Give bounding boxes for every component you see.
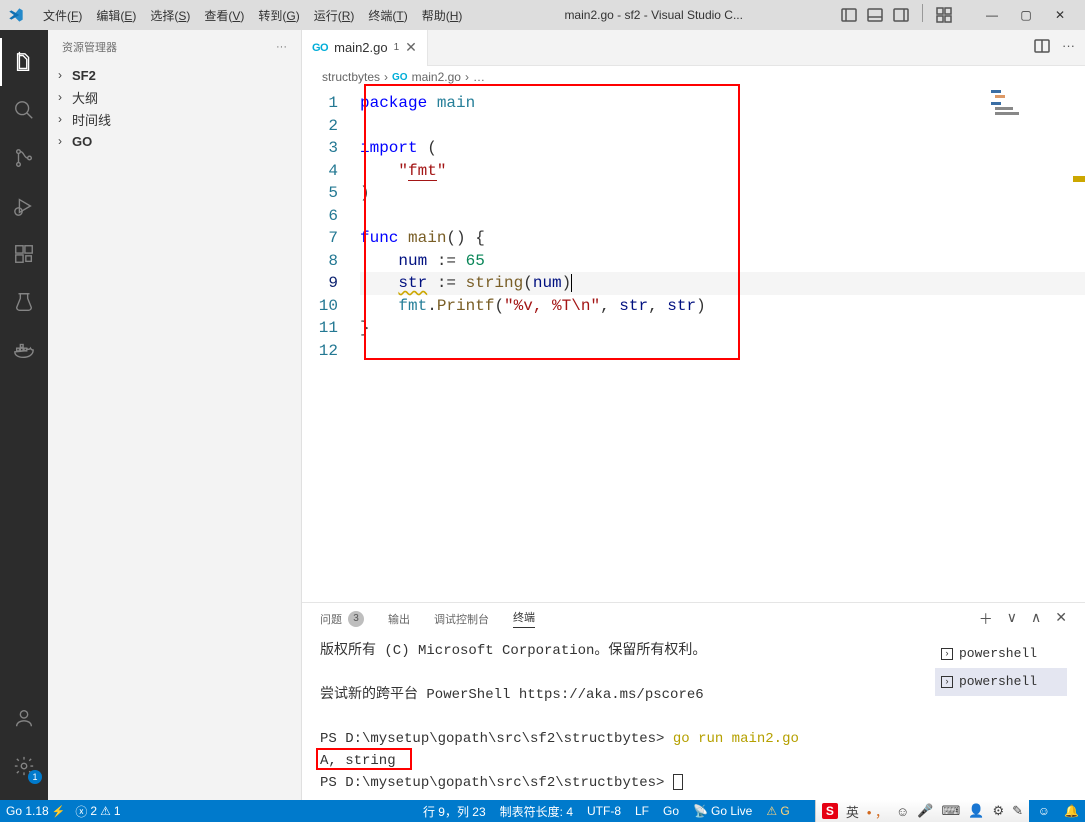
menu-item[interactable]: 运行(R) [307,7,362,24]
testing-icon[interactable] [0,278,48,326]
terminal-session-1[interactable]: ›powershell [935,640,1067,668]
more-icon[interactable]: ··· [1062,38,1075,57]
menu-item[interactable]: 选择(S) [143,7,197,24]
code-line[interactable]: import ( [360,137,1085,160]
sb-eol[interactable]: LF [635,804,649,818]
go-file-icon: GO [312,42,328,54]
menu-item[interactable]: 编辑(E) [89,7,143,24]
settings-badge: 1 [28,770,42,784]
sb-problems[interactable]: ⓧ2 ⚠1 [75,803,120,820]
breadcrumb[interactable]: structbytes› GOmain2.go› … [302,66,1085,88]
minimap[interactable] [991,88,1071,138]
titlebar: 文件(F)编辑(E)选择(S)查看(V)转到(G)运行(R)终端(T)帮助(H)… [0,0,1085,30]
activity-bar: 1 [0,30,48,800]
sb-encoding[interactable]: UTF-8 [587,804,621,818]
code-line[interactable] [360,115,1085,138]
terminal-line [320,662,927,684]
layout-panel-left-icon[interactable] [838,4,860,26]
code-line[interactable]: func main() { [360,227,1085,250]
run-debug-icon[interactable] [0,182,48,230]
terminal-line: 尝试新的跨平台 PowerShell https://aka.ms/pscore… [320,684,927,706]
menu-item[interactable]: 终端(T) [361,7,414,24]
close-button[interactable]: ✕ [1043,0,1077,30]
editor-scrollbar[interactable] [1073,88,1085,602]
panel-tab-output[interactable]: 输出 [388,611,410,627]
split-terminal-icon[interactable]: ∨ [1007,609,1017,629]
sidebar: 资源管理器 ··· ›SF2›大纲›时间线›GO [48,30,302,800]
sb-line-col[interactable]: 行 9，列 23 [423,803,486,820]
maximize-button[interactable]: ▢ [1009,0,1043,30]
layout-customize-icon[interactable] [933,4,955,26]
ime-toolbar[interactable]: S 英 • ， ☺🎤⌨👤⚙✎ [815,800,1029,822]
layout-buttons [838,4,955,26]
new-terminal-icon[interactable]: ＋ [979,609,993,629]
terminal-line: PS D:\mysetup\gopath\src\sf2\structbytes… [320,728,927,750]
panel-tab-debug[interactable]: 调试控制台 [434,611,489,627]
maximize-panel-icon[interactable]: ∧ [1031,609,1041,629]
panel-tab-problems[interactable]: 问题 3 [320,611,364,627]
terminal-session-2[interactable]: ›powershell [935,668,1067,696]
accounts-icon[interactable] [0,694,48,742]
source-control-icon[interactable] [0,134,48,182]
tree-section[interactable]: ›时间线 [48,108,301,130]
sb-tab-size[interactable]: 制表符长度: 4 [500,803,573,820]
sidebar-header: 资源管理器 ··· [48,30,301,64]
terminal-line [320,706,927,728]
sb-lang[interactable]: Go [663,804,679,818]
sb-warn[interactable]: ⚠ G [766,804,789,818]
code-line[interactable]: num := 65 [360,250,1085,273]
tree-section[interactable]: ›SF2 [48,64,301,86]
menu-item[interactable]: 查看(V) [197,7,251,24]
settings-icon[interactable]: 1 [0,742,48,790]
sb-bell-icon[interactable]: 🔔 [1064,804,1079,818]
sb-feedback-icon[interactable]: ☺ [1038,804,1050,818]
explorer-icon[interactable] [0,38,48,86]
docker-icon[interactable] [0,326,48,374]
code-line[interactable]: fmt.Printf("%v, %T\n", str, str) [360,295,1085,318]
layout-panel-right-icon[interactable] [890,4,912,26]
menu-item[interactable]: 帮助(H) [415,7,470,24]
top-menu: 文件(F)编辑(E)选择(S)查看(V)转到(G)运行(R)终端(T)帮助(H) [36,7,469,24]
minimize-button[interactable]: — [975,0,1009,30]
extensions-icon[interactable] [0,230,48,278]
split-editor-icon[interactable] [1034,38,1050,57]
workbench: 1 资源管理器 ··· ›SF2›大纲›时间线›GO GO main2.go 1… [0,30,1085,800]
sb-go-version[interactable]: Go 1.18⚡ [6,804,65,818]
tree-section[interactable]: ›GO [48,130,301,152]
code-line[interactable] [360,205,1085,228]
close-panel-icon[interactable]: ✕ [1055,609,1067,629]
layout-panel-bottom-icon[interactable] [864,4,886,26]
code-line[interactable]: ) [360,182,1085,205]
menu-item[interactable]: 文件(F) [36,7,89,24]
code-line[interactable]: } [360,317,1085,340]
close-icon[interactable]: ✕ [405,39,417,56]
annotation-box [316,748,412,770]
terminal-line: 版权所有 (C) Microsoft Corporation。保留所有权利。 [320,640,927,662]
code-line[interactable]: "fmt" [360,160,1085,183]
panel-tab-terminal[interactable]: 终端 [513,609,535,628]
search-icon[interactable] [0,86,48,134]
code-line[interactable] [360,340,1085,363]
code-editor[interactable]: 123456789101112 package main import ( "f… [302,88,1085,602]
tree-section[interactable]: ›大纲 [48,86,301,108]
terminal-sessions: ›powershell ›powershell [935,640,1067,800]
code-line[interactable]: str := string(num) [360,272,1085,295]
editor-tabs: GO main2.go 1 ✕ ··· [302,30,1085,66]
terminal-output[interactable]: 版权所有 (C) Microsoft Corporation。保留所有权利。 尝… [306,640,927,800]
code-line[interactable]: package main [360,92,1085,115]
vscode-logo-icon [8,7,24,23]
terminal-line: PS D:\mysetup\gopath\src\sf2\structbytes… [320,772,927,794]
sb-go-live[interactable]: 📡Go Live [693,804,752,818]
menu-item[interactable]: 转到(G) [251,7,306,24]
window-title: main2.go - sf2 - Visual Studio C... [469,8,838,22]
tab-main2-go[interactable]: GO main2.go 1 ✕ [302,30,428,66]
bottom-panel: 问题 3 输出 调试控制台 终端 ＋ ∨ ∧ ✕ 版权所有 (C) Micros… [302,602,1085,800]
more-icon[interactable]: ··· [276,41,287,53]
sogou-logo-icon: S [822,803,838,819]
window-controls: — ▢ ✕ [975,0,1077,30]
editor-group: GO main2.go 1 ✕ ··· structbytes› GOmain2… [302,30,1085,800]
